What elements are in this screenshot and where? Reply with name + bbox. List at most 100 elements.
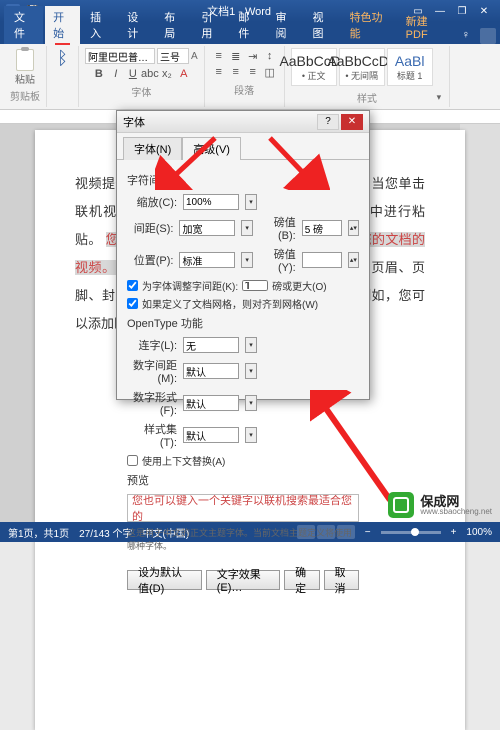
tab-review[interactable]: 审阅: [267, 6, 302, 44]
annotation-arrow-2: [260, 130, 330, 190]
style-heading1[interactable]: AaBl 标题 1: [387, 48, 433, 86]
scale-label: 缩放(C):: [127, 194, 177, 210]
tab-help[interactable]: ♀: [454, 26, 478, 44]
numbering-button[interactable]: ≣: [228, 48, 244, 64]
dialog-buttons: 设为默认值(D) 文字效果(E)… 确定 取消: [117, 564, 369, 596]
dropdown-icon[interactable]: ▾: [245, 194, 257, 210]
spacing-label: 间距(S):: [127, 220, 173, 236]
bluetooth-icon[interactable]: ᛒ: [57, 48, 68, 69]
spacing-pt-input[interactable]: [302, 220, 342, 236]
dropdown-icon[interactable]: ▾: [241, 252, 252, 268]
zoom-slider[interactable]: [381, 531, 441, 534]
dropdown-icon[interactable]: ▾: [245, 363, 257, 379]
styles-group: AaBbCcDc • 正文 AaBbCcDc • 无间隔 AaBl 标题 1 ▾…: [285, 46, 451, 107]
ligature-select[interactable]: [183, 337, 239, 353]
page-count[interactable]: 第1页，共1页: [8, 525, 69, 540]
dropdown-icon[interactable]: ▾: [245, 337, 257, 353]
styleset-label: 样式集(T):: [127, 421, 177, 449]
underline-button[interactable]: U: [125, 66, 141, 82]
align-right-button[interactable]: ≡: [245, 64, 261, 80]
paragraph-group: ≡ ≣ ⇥ ↕ ≡ ≡ ≡ ◫ 段落: [205, 46, 285, 107]
tab-design[interactable]: 设计: [119, 6, 154, 44]
annotation-arrow-3: [310, 390, 400, 510]
paste-label: 粘贴: [15, 71, 35, 86]
font-size-select[interactable]: [157, 48, 189, 64]
zoom-in-button[interactable]: +: [451, 527, 457, 538]
align-center-button[interactable]: ≡: [228, 64, 244, 80]
position-select[interactable]: [179, 252, 235, 268]
scrollbar-area[interactable]: [460, 124, 500, 532]
kerning-label: 为字体调整字间距(K):: [142, 278, 238, 293]
contextual-checkbox[interactable]: [127, 455, 138, 466]
maximize-button[interactable]: ❐: [452, 3, 472, 19]
text-effects-button[interactable]: 文字效果(E)…: [206, 570, 280, 590]
position-label: 位置(P):: [127, 252, 173, 268]
position-pt-label: 磅值(Y):: [259, 246, 296, 274]
dropdown-icon[interactable]: ▾: [245, 427, 257, 443]
sort-button[interactable]: ↕: [262, 48, 278, 64]
spacing-select[interactable]: [179, 220, 235, 236]
paste-button[interactable]: 粘贴: [10, 48, 40, 86]
scale-select[interactable]: [183, 194, 239, 210]
dropdown-icon[interactable]: ▾: [245, 395, 257, 411]
ligature-label: 连字(L):: [127, 337, 177, 353]
font-group: A B I U abc x₂ A 字体: [79, 46, 205, 107]
numform-select[interactable]: [183, 395, 239, 411]
dropdown-icon[interactable]: ▾: [241, 220, 252, 236]
position-pt-input[interactable]: [302, 252, 342, 268]
bluetooth-group: ᛒ: [47, 46, 79, 107]
bold-button[interactable]: B: [91, 66, 107, 82]
group-label: 剪贴板: [10, 88, 40, 103]
spacing-pt-label: 磅值(B):: [259, 214, 296, 242]
styles-more-icon[interactable]: ▾: [435, 90, 444, 105]
indent-button[interactable]: ⇥: [245, 48, 261, 64]
tab-pdf[interactable]: 新建PDF: [398, 10, 452, 44]
subscript-button[interactable]: x₂: [159, 66, 175, 82]
watermark-cn: 保成网: [420, 495, 492, 508]
zoom-level[interactable]: 100%: [466, 527, 492, 538]
group-label: 段落: [234, 82, 254, 97]
annotation-arrow-1: [155, 130, 225, 190]
dialog-close-button[interactable]: ✕: [341, 114, 363, 130]
set-default-button[interactable]: 设为默认值(D): [127, 570, 202, 590]
spinner-icon[interactable]: ▴▾: [348, 220, 359, 236]
tab-mail[interactable]: 邮件: [230, 6, 265, 44]
ribbon: 粘贴 剪贴板 ᛒ A B I U abc x₂ A 字体 ≡ ≣ ⇥ ↕ ≡: [0, 44, 500, 110]
share-icon[interactable]: [480, 28, 496, 44]
dialog-title: 字体: [123, 114, 145, 130]
cancel-button[interactable]: 取消: [324, 570, 359, 590]
shading-button[interactable]: ◫: [262, 64, 278, 80]
kerning-unit: 磅或更大(O): [272, 278, 326, 293]
strike-button[interactable]: abc: [142, 66, 158, 82]
styleset-select[interactable]: [183, 427, 239, 443]
ok-button[interactable]: 确定: [284, 570, 319, 590]
spinner-icon[interactable]: ▴▾: [348, 252, 359, 268]
font-name-select[interactable]: [85, 48, 155, 64]
italic-button[interactable]: I: [108, 66, 124, 82]
bullets-button[interactable]: ≡: [211, 48, 227, 64]
align-left-button[interactable]: ≡: [211, 64, 227, 80]
grid-checkbox[interactable]: [127, 298, 138, 309]
watermark-en: www.sbaocheng.net: [420, 508, 492, 516]
close-button[interactable]: ✕: [474, 3, 494, 19]
tab-refs[interactable]: 引用: [193, 6, 228, 44]
tab-file[interactable]: 文件: [4, 6, 43, 44]
ribbon-tabs: 文件 开始 插入 设计 布局 引用 邮件 审阅 视图 特色功能 新建PDF ♀: [0, 22, 500, 44]
style-nospacing[interactable]: AaBbCcDc • 无间隔: [339, 48, 385, 86]
dialog-help-button[interactable]: ?: [317, 114, 339, 130]
tab-view[interactable]: 视图: [305, 6, 340, 44]
tab-special[interactable]: 特色功能: [342, 6, 396, 44]
group-label: 样式: [357, 90, 377, 105]
tab-insert[interactable]: 插入: [82, 6, 117, 44]
tab-layout[interactable]: 布局: [156, 6, 191, 44]
watermark: 保成网 www.sbaocheng.net: [388, 492, 492, 518]
contextual-label: 使用上下文替换(A): [142, 453, 225, 468]
section-opentype: OpenType 功能: [127, 315, 359, 331]
watermark-logo-icon: [388, 492, 414, 518]
kerning-value[interactable]: [242, 280, 268, 291]
font-color-button[interactable]: A: [176, 66, 192, 82]
kerning-checkbox[interactable]: [127, 280, 138, 291]
numspacing-select[interactable]: [183, 363, 239, 379]
grow-font-icon[interactable]: A: [191, 51, 198, 62]
tab-home[interactable]: 开始: [45, 6, 80, 44]
